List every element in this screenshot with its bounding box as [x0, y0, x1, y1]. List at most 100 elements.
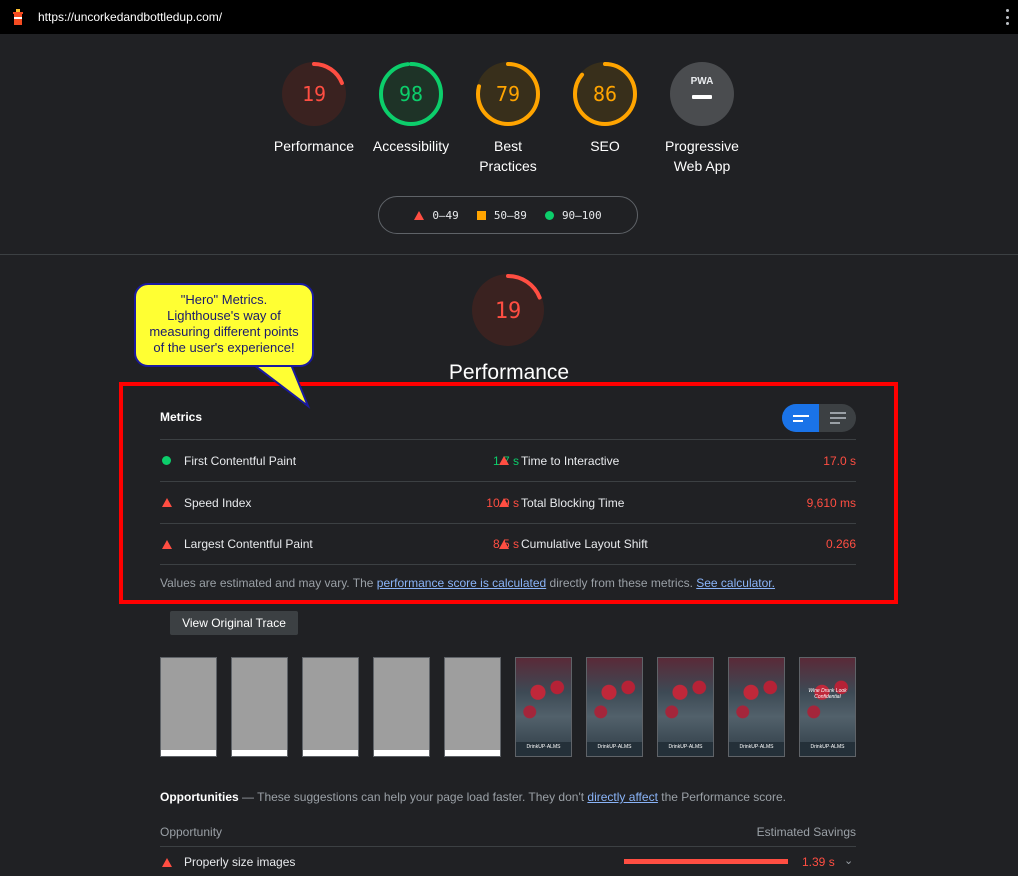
pass-circle-icon	[544, 210, 554, 220]
metric-value: 17.0 s	[823, 453, 856, 468]
gauge-score: 86	[593, 82, 617, 106]
metric-name: Total Blocking Time	[521, 495, 625, 510]
score-legend: 0–49 50–89 90–100	[378, 196, 638, 234]
annotation-callout: "Hero" Metrics. Lighthouse's way of meas…	[134, 283, 314, 367]
fail-triangle-icon	[162, 539, 172, 549]
metric-value: 0.266	[825, 537, 856, 551]
frame-footer-text: DrinkUP·ALMS	[810, 744, 845, 750]
metric-value: 9,610 ms	[806, 495, 856, 510]
kebab-menu-icon[interactable]	[1004, 9, 1010, 25]
chevron-down-icon[interactable]: ⌄	[844, 854, 853, 867]
gauge-performance[interactable]: 19 Performance	[259, 60, 369, 156]
filmstrip-frame	[160, 657, 217, 757]
metric-name: Time to Interactive	[521, 453, 620, 468]
view-original-trace-button[interactable]: View Original Trace	[170, 611, 298, 635]
metrics-right-column: Time to Interactive 17.0 s Total Blockin…	[497, 439, 856, 565]
metric-row: Total Blocking Time 9,610 ms	[497, 481, 856, 523]
performance-gauge: 19	[472, 274, 544, 346]
legend-average: 50–89	[476, 208, 527, 222]
gauge-ring: 86	[573, 62, 637, 126]
filmstrip-frame	[373, 657, 430, 757]
opportunity-name: Properly size images	[184, 855, 296, 869]
opportunity-row[interactable]: Properly size images 1.39 s ⌄	[160, 854, 856, 870]
opportunities-desc: the Performance score.	[657, 790, 786, 804]
directly-affect-link[interactable]: directly affect	[587, 790, 657, 804]
address-bar: https://uncorkedandbottledup.com/	[0, 0, 1018, 34]
opportunities-title: Opportunities	[160, 790, 239, 804]
compact-view-icon[interactable]	[782, 404, 819, 432]
note-text: Values are estimated and may vary. The	[160, 576, 377, 590]
pass-circle-icon	[162, 456, 171, 465]
gauge-pwa[interactable]: PWA Progressive Web App	[647, 60, 757, 176]
average-square-icon	[476, 210, 486, 220]
legend-pass-label: 90–100	[561, 208, 602, 222]
legend-pass: 90–100	[544, 208, 602, 222]
opportunities-columns: Opportunity Estimated Savings	[160, 825, 856, 839]
opportunity-column-header: Opportunity	[160, 825, 223, 839]
frame-footer-text: DrinkUP·ALMS	[526, 744, 561, 750]
callout-line: of the user's experience!	[153, 340, 295, 355]
frame-footer-text: DrinkUP·ALMS	[668, 744, 703, 750]
gauge-ring: 79	[476, 62, 540, 126]
metric-name: First Contentful Paint	[184, 453, 297, 468]
metrics-left-column: First Contentful Paint 1.7 s Speed Index…	[160, 439, 519, 565]
filmstrip-frame: DrinkUP·ALMS	[515, 657, 572, 757]
opportunities-desc: — These suggestions can help your page l…	[238, 790, 588, 804]
fail-triangle-icon	[162, 857, 172, 867]
metric-row: Cumulative Layout Shift 0.266	[497, 523, 856, 565]
callout-line: measuring different points	[149, 324, 299, 339]
pwa-badge-icon: PWA	[670, 62, 734, 126]
legend-average-label: 50–89	[493, 208, 527, 222]
gauge-score: 79	[496, 82, 520, 106]
score-calculated-link[interactable]: performance score is calculated	[377, 576, 546, 590]
fail-triangle-icon	[499, 498, 509, 507]
fail-triangle-icon	[162, 498, 172, 507]
metric-row: Largest Contentful Paint 8.5 s	[160, 523, 519, 565]
metric-name: Cumulative Layout Shift	[521, 537, 648, 551]
note-text: directly from these metrics.	[546, 576, 697, 590]
filmstrip-frame	[231, 657, 288, 757]
filmstrip-frame	[444, 657, 501, 757]
metrics-view-toggle[interactable]	[782, 404, 856, 432]
fail-triangle-icon	[414, 210, 425, 220]
divider	[160, 846, 856, 847]
gauge-label: Progressive Web App	[665, 138, 739, 174]
filmstrip-frame	[302, 657, 359, 757]
gauge-ring: 98	[379, 62, 443, 126]
gauge-label: Performance	[273, 138, 355, 154]
savings-column-header: Estimated Savings	[756, 825, 856, 839]
filmstrip-frame: DrinkUP·ALMS	[586, 657, 643, 757]
frame-footer-text: DrinkUP·ALMS	[597, 744, 632, 750]
callout-line: Lighthouse's way of	[167, 308, 281, 323]
page-url[interactable]: https://uncorkedandbottledup.com/	[38, 10, 222, 24]
fail-triangle-icon	[499, 539, 509, 549]
fail-triangle-icon	[499, 456, 509, 465]
metrics-header: Metrics	[160, 410, 203, 424]
gauge-label: Best Practices	[479, 138, 537, 174]
filmstrip-frame: DrinkUP·ALMS	[657, 657, 714, 757]
legend-fail-label: 0–49	[432, 208, 459, 222]
gauge-seo[interactable]: 86 SEO	[550, 60, 660, 156]
gauge-score: 19	[302, 82, 326, 106]
gauge-ring: 19	[282, 62, 346, 126]
metric-name: Largest Contentful Paint	[184, 537, 313, 551]
metric-name: Speed Index	[184, 495, 252, 510]
expanded-view-icon[interactable]	[819, 404, 856, 432]
performance-score: 19	[495, 299, 522, 324]
gauge-label: Accessibility	[372, 138, 450, 154]
gauge-accessibility[interactable]: 98 Accessibility	[356, 60, 466, 156]
frame-title-text: Wine Drunk Look Confidential	[808, 688, 847, 700]
filmstrip-frame: DrinkUP·ALMS	[728, 657, 785, 757]
gauge-label: SEO	[590, 138, 620, 154]
frame-footer-text: DrinkUP·ALMS	[739, 744, 774, 750]
metric-row: First Contentful Paint 1.7 s	[160, 439, 519, 481]
gauge-score: 98	[399, 82, 423, 106]
gauge-best-practices[interactable]: 79 Best Practices	[453, 60, 563, 176]
section-divider	[0, 254, 1018, 255]
pwa-badge-text: PWA	[691, 76, 714, 87]
lighthouse-icon	[13, 9, 23, 25]
metric-row: Speed Index 10.9 s	[160, 481, 519, 523]
see-calculator-link[interactable]: See calculator.	[696, 576, 775, 590]
filmstrip-frame: DrinkUP·ALMS Wine Drunk Look Confidential	[799, 657, 856, 757]
metric-row: Time to Interactive 17.0 s	[497, 439, 856, 481]
